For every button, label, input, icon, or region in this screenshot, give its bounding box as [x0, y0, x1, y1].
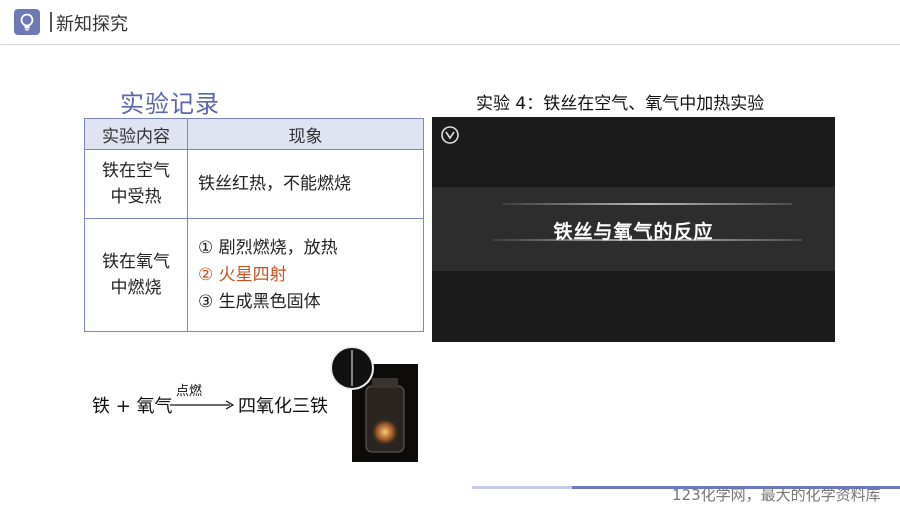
experiment-line: 铁在氧气 — [102, 252, 170, 272]
experiment-video[interactable]: 铁丝与氧气的反应 — [432, 117, 835, 342]
watermark: 123化学网，最大的化学资料库 — [672, 486, 881, 504]
experiment-line: 中受热 — [110, 187, 162, 207]
experiment-cell: 铁在氧气 中燃烧 — [84, 218, 188, 332]
equation-reactants: 铁 + 氧气 — [92, 396, 173, 417]
page-title: 新知探究 — [56, 14, 128, 35]
wire-closeup-inset — [330, 346, 374, 390]
equation-condition: 点燃 — [176, 384, 203, 399]
lightbulb-icon — [14, 9, 40, 35]
channel-logo-icon — [441, 126, 459, 144]
phenomenon-line: ① 剧烈燃烧，放热 — [198, 237, 338, 258]
column-header-phenomenon: 现象 — [187, 118, 424, 150]
phenomenon-line-highlight: ② 火星四射 — [198, 264, 287, 285]
experiment-record-table: 实验内容 现象 铁在空气 中受热 铁丝红热，不能燃烧 铁在氧气 中燃烧 ① 剧烈… — [84, 118, 424, 332]
reaction-arrow-icon — [170, 400, 234, 410]
section-title: 实验记录 — [120, 90, 220, 118]
header-divider — [0, 44, 900, 45]
phenomenon-cell: ① 剧烈燃烧，放热 ② 火星四射 ③ 生成黑色固体 — [187, 218, 424, 332]
table-row: 铁在空气 中受热 铁丝红热，不能燃烧 — [84, 149, 424, 219]
experiment-line: 铁在空气 — [102, 161, 170, 181]
header-separator — [50, 12, 52, 32]
phenomenon-line: 铁丝红热，不能燃烧 — [198, 173, 351, 194]
column-header-experiment: 实验内容 — [84, 118, 188, 150]
footer-line-light — [472, 486, 572, 489]
table-header-row: 实验内容 现象 — [84, 118, 424, 150]
phenomenon-line: ③ 生成黑色固体 — [198, 291, 321, 312]
video-caption: 铁丝与氧气的反应 — [553, 221, 714, 243]
iron-wire-upper — [502, 203, 792, 205]
experiment-cell: 铁在空气 中受热 — [84, 149, 188, 219]
experiment-line: 中燃烧 — [110, 278, 162, 298]
phenomenon-cell: 铁丝红热，不能燃烧 — [187, 149, 424, 219]
header: 新知探究 — [0, 0, 900, 46]
table-row: 铁在氧气 中燃烧 ① 剧烈燃烧，放热 ② 火星四射 ③ 生成黑色固体 — [84, 218, 424, 332]
word-equation: 铁 + 氧气 点燃 四氧化三铁 — [92, 380, 342, 440]
equation-product: 四氧化三铁 — [238, 396, 328, 417]
video-title: 实验 4：铁丝在空气、氧气中加热实验 — [476, 94, 765, 114]
